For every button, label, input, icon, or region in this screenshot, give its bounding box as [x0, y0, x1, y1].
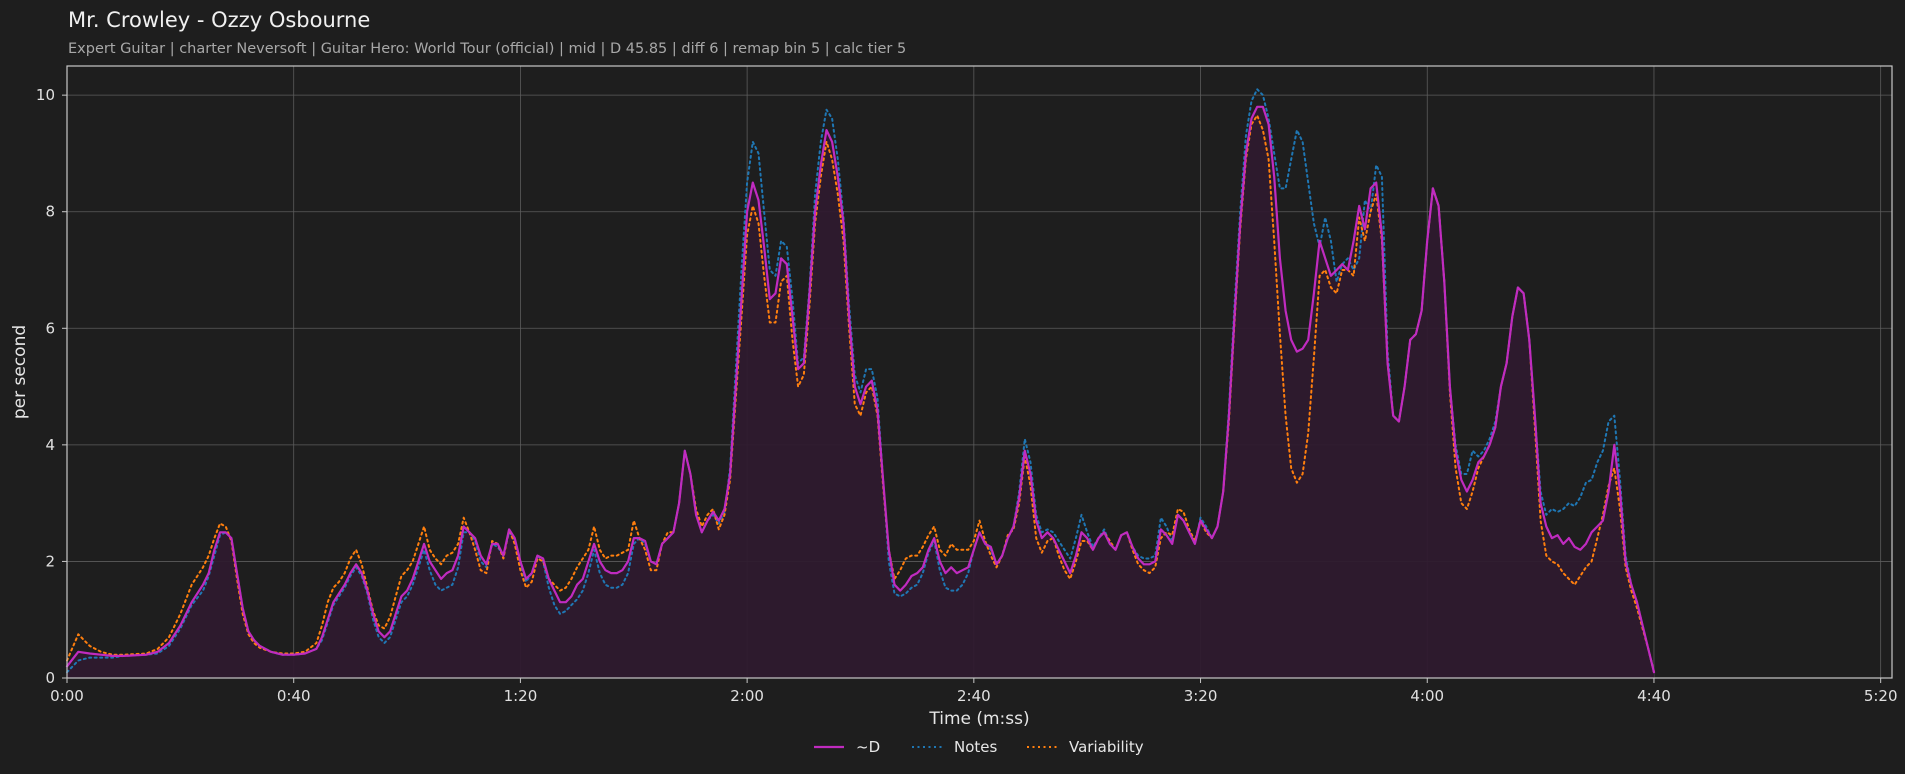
chart-canvas: 0:00 0:40 1:20 2:00 2:40 3:20 4:00 4:40 5:20 0 2 4 6… — [10, 65, 1898, 756]
legend-label: Variability — [1069, 738, 1144, 756]
x-tick-label: 4:40 — [1637, 687, 1671, 705]
y-tick-label: 8 — [45, 203, 55, 221]
x-tick-label: 2:00 — [730, 687, 764, 705]
x-tick-label: 5:20 — [1864, 687, 1898, 705]
legend-label: Notes — [954, 738, 998, 756]
legend-label: ~D — [856, 738, 880, 756]
legend-item-d: ~D — [814, 738, 880, 756]
x-tick-label: 1:20 — [504, 687, 538, 705]
x-tick-label: 2:40 — [957, 687, 991, 705]
y-tick-label: 4 — [45, 436, 55, 454]
legend-item-variability: Variability — [1027, 738, 1144, 756]
y-tick-label: 10 — [36, 86, 55, 104]
x-tick-label: 4:00 — [1410, 687, 1444, 705]
legend-item-notes: Notes — [912, 738, 998, 756]
y-tick-label: 0 — [45, 669, 55, 687]
y-tick-label: 2 — [45, 552, 55, 570]
legend: ~D Notes Variability — [814, 738, 1144, 756]
chart-figure: Mr. Crowley - Ozzy Osbourne Expert Guita… — [0, 0, 1905, 774]
x-tick-label: 0:40 — [277, 687, 311, 705]
y-axis-label: per second — [10, 325, 30, 419]
y-tick-label: 6 — [45, 319, 55, 337]
x-tick-label: 3:20 — [1184, 687, 1218, 705]
x-axis-label: Time (m:ss) — [928, 709, 1029, 729]
x-tick-label: 0:00 — [50, 687, 84, 705]
